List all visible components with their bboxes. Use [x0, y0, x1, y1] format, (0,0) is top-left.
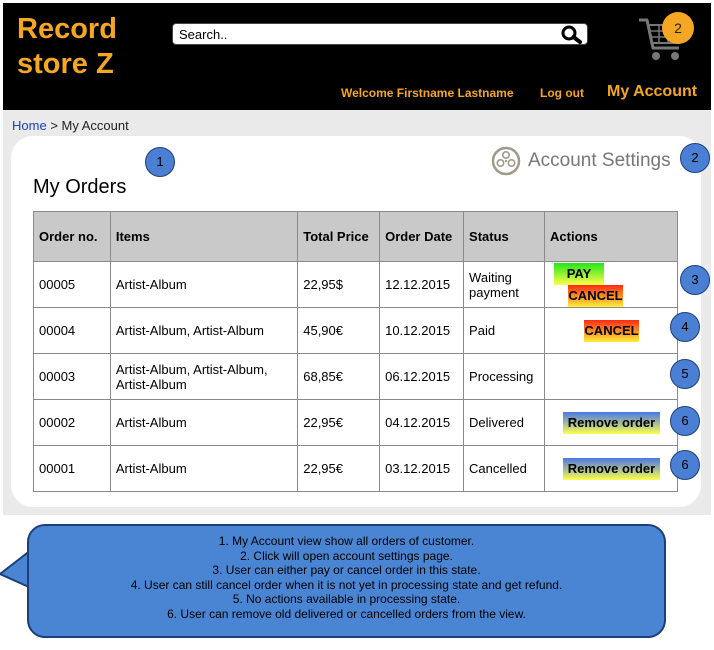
note-5: 5. No actions available in processing st…	[232, 592, 461, 606]
annotation-marker-6b: 6	[670, 450, 700, 480]
note-1: 1. My Account view show all orders of cu…	[218, 534, 475, 548]
status-cell: Waiting payment	[463, 261, 546, 308]
table-row: 00005 Artist-Album 22,95$ 12.12.2015 Wai…	[33, 261, 678, 308]
welcome-text: Welcome Firstname Lastname	[341, 86, 514, 100]
status-cell: Delivered	[463, 399, 546, 446]
table-header-row: Order no. Items Total Price Order Date S…	[33, 211, 678, 262]
page: Record store Z 2 Welcome Firstname Lastn…	[0, 0, 714, 650]
notes-text: 1. My Account view show all orders of cu…	[27, 534, 666, 621]
annotation-marker-3: 3	[680, 265, 710, 295]
breadcrumb-separator: >	[50, 118, 58, 133]
search-input[interactable]	[179, 25, 559, 43]
column-header-status: Status	[463, 211, 546, 262]
items-cell: Artist-Album	[109, 445, 299, 492]
price-cell: 22,95$	[297, 261, 381, 308]
column-header-items: Items	[109, 211, 299, 262]
actions-cell: Remove order	[544, 399, 678, 446]
breadcrumb-home-link[interactable]: Home	[12, 118, 47, 133]
search-icon	[561, 25, 582, 44]
status-cell: Cancelled	[463, 445, 546, 492]
note-4: 4. User can still cancel order when it i…	[130, 577, 563, 592]
cancel-order-button[interactable]: CANCEL	[568, 284, 624, 307]
items-cell: Artist-Album, Artist-Album, Artist-Album	[109, 353, 299, 400]
my-account-link[interactable]: My Account	[607, 83, 697, 101]
price-cell: 45,90€	[297, 307, 381, 354]
status-cell: Paid	[463, 307, 546, 354]
date-cell: 03.12.2015	[379, 445, 465, 492]
actions-cell: CANCEL	[544, 307, 678, 354]
search-button[interactable]	[559, 24, 585, 44]
date-cell: 12.12.2015	[379, 261, 465, 308]
items-cell: Artist-Album, Artist-Album	[109, 307, 299, 354]
order-no-cell: 00001	[33, 445, 111, 492]
remove-order-button[interactable]: Remove order	[563, 411, 661, 434]
order-no-cell: 00005	[33, 261, 111, 308]
table-row: 00001 Artist-Album 22,95€ 03.12.2015 Can…	[33, 445, 678, 492]
annotation-marker-5: 5	[670, 359, 700, 389]
annotation-marker-2: 2	[680, 143, 710, 173]
column-header-total-price: Total Price	[297, 211, 381, 262]
table-row: 00004 Artist-Album, Artist-Album 45,90€ …	[33, 307, 678, 354]
column-header-order-date: Order Date	[379, 211, 465, 262]
orders-table: Order no. Items Total Price Order Date S…	[33, 211, 678, 492]
order-no-cell: 00003	[33, 353, 111, 400]
items-cell: Artist-Album	[109, 399, 299, 446]
logo-line-1: Record	[17, 13, 117, 45]
annotation-marker-6: 6	[670, 406, 700, 436]
film-reel-icon	[491, 146, 521, 176]
account-settings-label: Account Settings	[528, 150, 671, 171]
price-cell: 22,95€	[297, 399, 381, 446]
date-cell: 10.12.2015	[379, 307, 465, 354]
page-title: My Orders	[33, 176, 127, 198]
date-cell: 06.12.2015	[379, 353, 465, 400]
annotation-marker-1: 1	[145, 147, 175, 177]
status-cell: Processing	[463, 353, 546, 400]
pay-button[interactable]: PAY	[554, 262, 605, 285]
actions-cell: Remove order	[544, 445, 678, 492]
price-cell: 22,95€	[297, 445, 381, 492]
price-cell: 68,85€	[297, 353, 381, 400]
order-no-cell: 00004	[33, 307, 111, 354]
column-header-order-no: Order no.	[33, 211, 111, 262]
logout-link[interactable]: Log out	[540, 86, 584, 100]
breadcrumb-current: My Account	[61, 118, 129, 133]
note-2: 2. Click will open account settings page…	[240, 548, 453, 563]
note-6: 6. User can remove old delivered or canc…	[167, 606, 526, 621]
column-header-actions: Actions	[544, 211, 678, 262]
table-row: 00002 Artist-Album 22,95€ 04.12.2015 Del…	[33, 399, 678, 446]
items-cell: Artist-Album	[109, 261, 299, 308]
table-row: 00003 Artist-Album, Artist-Album, Artist…	[33, 353, 678, 400]
breadcrumb: Home > My Account	[12, 118, 129, 133]
search-box	[172, 23, 588, 45]
order-no-cell: 00002	[33, 399, 111, 446]
account-settings-link[interactable]: Account Settings	[491, 146, 671, 176]
actions-cell: PAYCANCEL	[544, 261, 678, 308]
annotation-marker-4: 4	[670, 312, 700, 342]
remove-order-button[interactable]: Remove order	[563, 457, 661, 480]
note-3: 3. User can either pay or cancel order i…	[212, 563, 481, 577]
cart-count-badge: 2	[662, 12, 694, 44]
logo[interactable]: Record store Z	[17, 12, 117, 82]
actions-cell	[544, 353, 678, 400]
cancel-order-button[interactable]: CANCEL	[584, 319, 640, 342]
logo-line-2: store Z	[17, 48, 114, 80]
date-cell: 04.12.2015	[379, 399, 465, 446]
